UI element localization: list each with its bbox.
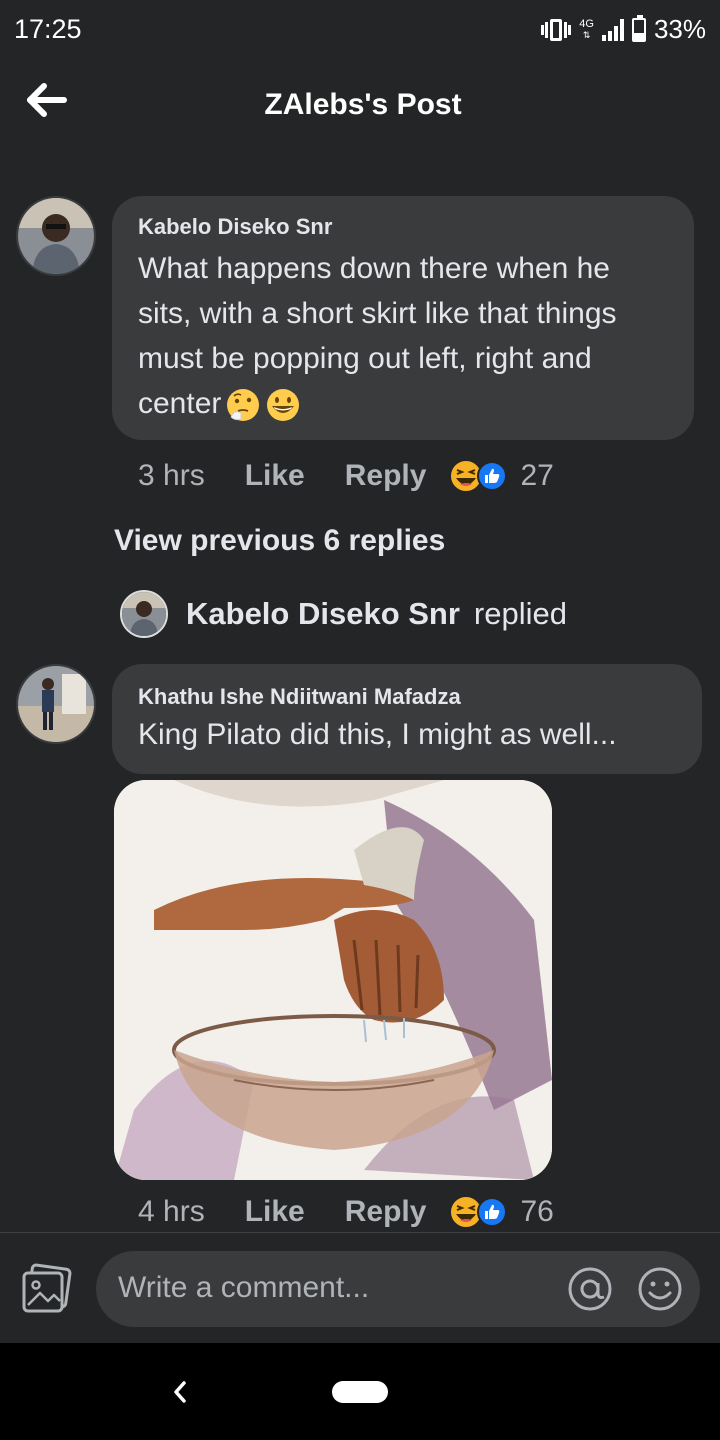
- comment-bubble: Kabelo Diseko Snr What happens down ther…: [112, 196, 694, 440]
- reply-avatar: [120, 590, 168, 638]
- reaction-count: 76: [520, 1195, 554, 1228]
- status-bar: 17:25 4G ⇅ 33%: [0, 0, 720, 62]
- network-type-icon: 4G ⇅: [579, 17, 594, 40]
- mention-button[interactable]: [566, 1265, 614, 1313]
- battery-percent: 33%: [653, 14, 706, 44]
- thinking-face-icon: [227, 389, 260, 422]
- comment-text: King Pilato did this, I might as well...: [138, 718, 617, 751]
- comment-image[interactable]: [114, 780, 552, 1180]
- comment-text-body: What happens down there when he sits, wi…: [138, 252, 617, 420]
- post-header: ZAlebs's Post: [0, 62, 720, 152]
- reply-author: Kabelo Diseko Snr: [186, 596, 460, 631]
- reactions[interactable]: [448, 1194, 508, 1230]
- like-button[interactable]: Like: [245, 1195, 305, 1229]
- system-nav-bar: [0, 1343, 720, 1440]
- like-reaction-icon: [477, 461, 508, 491]
- reaction-count: 27: [520, 459, 554, 492]
- comment-input[interactable]: Write a comment...: [96, 1251, 700, 1327]
- photo-icon: [22, 1263, 72, 1313]
- emoji-button[interactable]: [636, 1265, 684, 1313]
- avatar[interactable]: [16, 664, 96, 744]
- photo-button[interactable]: [20, 1263, 72, 1315]
- comment-author[interactable]: Khathu Ishe Ndiitwani Mafadza: [138, 684, 676, 710]
- comment-composer: Write a comment...: [0, 1232, 720, 1342]
- vibrate-icon: [541, 17, 572, 43]
- system-back-button[interactable]: [168, 1377, 192, 1407]
- page-title: ZAlebs's Post: [264, 88, 462, 121]
- system-home-button[interactable]: [332, 1381, 388, 1403]
- reactions[interactable]: [448, 458, 508, 494]
- status-time: 17:25: [14, 14, 82, 44]
- network-type-label: 4G: [579, 17, 594, 30]
- reply-label: replied: [473, 596, 567, 631]
- grinning-face-icon: [267, 389, 300, 422]
- at-mention-icon: [568, 1267, 612, 1311]
- comment-input-placeholder: Write a comment...: [118, 1271, 370, 1304]
- status-icons: 4G ⇅ 33%: [541, 14, 706, 45]
- like-reaction-icon: [477, 1197, 508, 1227]
- comment-author[interactable]: Kabelo Diseko Snr: [138, 214, 668, 240]
- like-button[interactable]: Like: [245, 459, 305, 493]
- comment-text: What happens down there when he sits, wi…: [138, 246, 668, 426]
- comment-actions: 4 hrs Like Reply 76: [138, 1194, 554, 1230]
- smiley-icon: [638, 1267, 682, 1311]
- comment-actions: 3 hrs Like Reply 27: [138, 458, 554, 494]
- comment-bubble: Khathu Ishe Ndiitwani Mafadza King Pilat…: [112, 664, 702, 774]
- avatar[interactable]: [16, 196, 96, 276]
- comment-time: 4 hrs: [138, 1195, 205, 1228]
- view-previous-replies-link[interactable]: View previous 6 replies: [114, 524, 445, 558]
- replied-row[interactable]: Kabelo Diseko Snr replied: [120, 590, 567, 638]
- reply-button[interactable]: Reply: [345, 1195, 427, 1229]
- chevron-left-icon: [174, 1381, 186, 1403]
- comment-time: 3 hrs: [138, 459, 205, 492]
- battery-icon: [631, 14, 646, 42]
- reply-button[interactable]: Reply: [345, 459, 427, 493]
- signal-icon: [601, 18, 624, 41]
